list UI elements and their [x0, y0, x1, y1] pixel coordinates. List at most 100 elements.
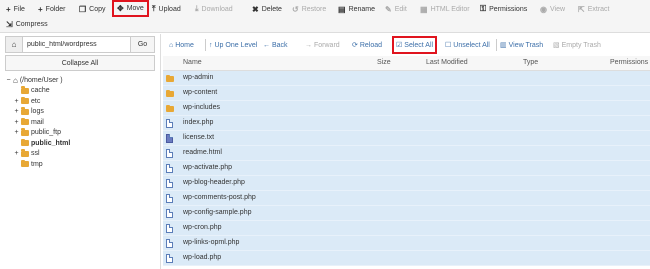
select-all-button[interactable]: ☑ Select All: [392, 36, 438, 54]
collapse-all-button[interactable]: Collapse All: [5, 55, 155, 71]
folder-icon: [166, 104, 174, 112]
row-icon: [166, 149, 173, 160]
tree-item[interactable]: public_html: [6, 138, 156, 149]
expand-icon[interactable]: +: [14, 129, 19, 136]
compress-button[interactable]: ⇲ Compress: [6, 17, 48, 31]
file-name: wp-blog-header.php: [183, 179, 245, 186]
folder-icon: [21, 128, 29, 136]
forward-button[interactable]: → Forward: [305, 38, 340, 52]
permissions-button[interactable]: ⚿ Permissions: [480, 2, 527, 16]
collapse-icon[interactable]: −: [6, 77, 11, 84]
go-button[interactable]: Go: [131, 36, 155, 53]
nav-home-label: Home: [175, 41, 194, 49]
tree-item-label: cache: [31, 87, 50, 95]
view-trash-label: View Trash: [508, 41, 544, 49]
back-button[interactable]: ← Back: [263, 38, 288, 52]
table-row[interactable]: wp-cron.php: [163, 221, 650, 236]
folder-icon: [21, 86, 29, 94]
table-row[interactable]: wp-content: [163, 86, 650, 101]
html-editor-icon: ▦: [420, 4, 428, 14]
directory-tree: − ⌂ (/home/User ) cache + etc + logs + mail + publi…: [6, 75, 156, 170]
up-one-level-button[interactable]: ↑ Up One Level: [209, 38, 257, 52]
view-trash-button[interactable]: ▥ View Trash: [500, 38, 543, 52]
file-icon: [166, 149, 173, 158]
tree-item[interactable]: tmp: [6, 159, 156, 170]
expand-icon[interactable]: +: [14, 108, 19, 115]
tree-item-label: mail: [31, 118, 44, 126]
table-row[interactable]: index.php: [163, 116, 650, 131]
table-row[interactable]: readme.html: [163, 146, 650, 161]
file-button[interactable]: + File: [6, 2, 25, 16]
separator: [496, 39, 497, 51]
file-table: Name Size Last Modified Type Permissions…: [163, 56, 650, 266]
unselect-all-button[interactable]: ☐ Unselect All: [445, 38, 490, 52]
move-button[interactable]: ✥ Move: [112, 0, 149, 17]
trash-icon: ▥: [500, 42, 507, 49]
file-name: wp-content: [183, 89, 218, 96]
column-name[interactable]: Name: [183, 59, 202, 66]
tree-item[interactable]: + public_ftp: [6, 128, 156, 139]
table-row[interactable]: wp-load.php: [163, 251, 650, 266]
tree-item[interactable]: cache: [6, 86, 156, 97]
copy-icon: ❐: [79, 4, 87, 14]
tree-item[interactable]: + logs: [6, 107, 156, 118]
copy-button[interactable]: ❐ Copy: [79, 2, 106, 16]
table-row[interactable]: wp-comments-post.php: [163, 191, 650, 206]
tree-item[interactable]: + mail: [6, 117, 156, 128]
upload-button[interactable]: ⤒ Upload: [152, 2, 181, 16]
table-row[interactable]: wp-blog-header.php: [163, 176, 650, 191]
extract-icon: ⇱: [578, 4, 585, 14]
table-row[interactable]: wp-config-sample.php: [163, 206, 650, 221]
nav-home-button[interactable]: ⌂ Home: [169, 38, 194, 52]
column-type[interactable]: Type: [523, 59, 538, 66]
reload-button[interactable]: ⟳ Reload: [352, 38, 382, 52]
close-icon: ✖: [252, 4, 259, 14]
file-name: license.txt: [183, 134, 215, 141]
tree-item[interactable]: + ssl: [6, 149, 156, 160]
upload-icon: ⤒: [152, 4, 156, 13]
column-last-modified[interactable]: Last Modified: [426, 59, 468, 66]
row-icon: [166, 89, 174, 99]
view-button[interactable]: ◉ View: [540, 2, 565, 16]
download-icon: ⤓: [195, 4, 199, 13]
edit-button[interactable]: ✎ Edit: [385, 2, 407, 16]
file-name: wp-cron.php: [183, 224, 222, 231]
row-icon: [166, 74, 174, 84]
path-input[interactable]: [23, 36, 131, 53]
expand-icon[interactable]: +: [14, 150, 19, 157]
html-editor-button[interactable]: ▦ HTML Editor: [420, 2, 470, 16]
expand-icon[interactable]: +: [14, 119, 19, 126]
file-name: wp-config-sample.php: [183, 209, 252, 216]
extract-button[interactable]: ⇱ Extract: [578, 2, 610, 16]
folder-button[interactable]: + Folder: [38, 2, 66, 16]
expand-icon[interactable]: +: [14, 98, 19, 105]
restore-button[interactable]: ↺ Restore: [292, 2, 326, 16]
reload-label: Reload: [359, 41, 383, 49]
column-permissions[interactable]: Permissions: [610, 59, 648, 66]
empty-trash-button[interactable]: ▧ Empty Trash: [553, 38, 601, 52]
column-size[interactable]: Size: [377, 59, 391, 66]
file-icon: [166, 164, 173, 173]
file-icon: [166, 254, 173, 263]
table-row[interactable]: license.txt: [163, 131, 650, 146]
download-button[interactable]: ⤓ Download: [195, 2, 233, 16]
tree-item[interactable]: − ⌂ (/home/User ): [6, 75, 156, 86]
tree-item-label: public_html: [31, 139, 71, 147]
rename-button[interactable]: ▤ Rename: [338, 2, 375, 16]
empty-trash-icon: ▧: [553, 42, 560, 49]
home-icon[interactable]: ⌂: [5, 36, 23, 53]
table-row[interactable]: wp-includes: [163, 101, 650, 116]
eye-icon: ◉: [540, 4, 547, 14]
delete-button[interactable]: ✖ Delete: [252, 2, 282, 16]
table-row[interactable]: wp-links-opml.php: [163, 236, 650, 251]
tree-item[interactable]: + etc: [6, 96, 156, 107]
extract-label: Extract: [587, 5, 610, 13]
file-icon: [166, 119, 173, 128]
table-row[interactable]: wp-admin: [163, 71, 650, 86]
up-arrow-icon: ↑: [209, 41, 213, 49]
restore-label: Restore: [301, 5, 327, 13]
table-row[interactable]: wp-activate.php: [163, 161, 650, 176]
folder-icon: [21, 117, 29, 126]
tree-item-label: (/home/User ): [19, 76, 63, 84]
row-icon: [166, 194, 173, 205]
